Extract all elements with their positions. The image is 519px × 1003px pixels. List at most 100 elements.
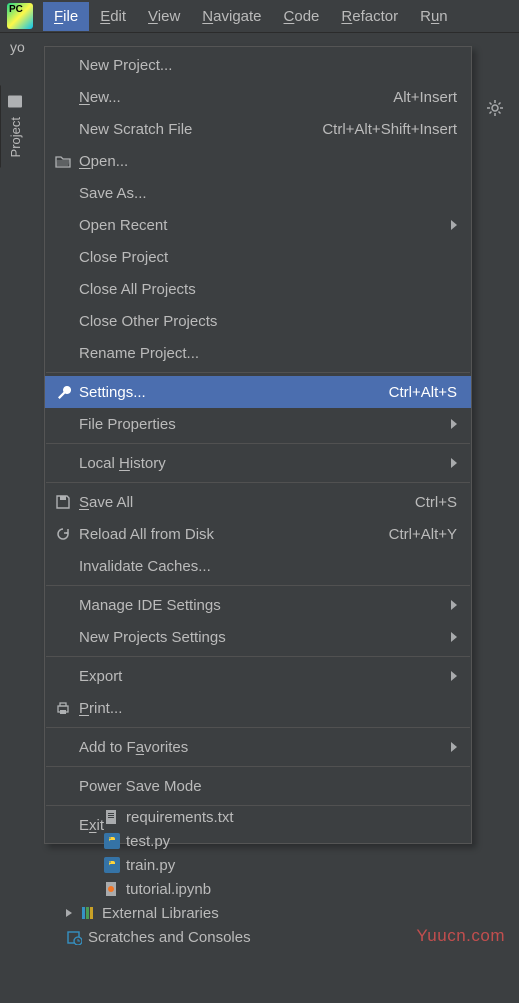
menu-item-label: Settings...: [79, 384, 389, 401]
menu-item-power-save-mode[interactable]: Power Save Mode: [45, 770, 471, 802]
menu-item-close-other-projects[interactable]: Close Other Projects: [45, 305, 471, 337]
menu-item-label: File Properties: [79, 416, 445, 433]
tree-item-test-py[interactable]: test.py: [44, 829, 474, 853]
tree-item-label: Scratches and Consoles: [88, 929, 251, 946]
py-icon: [104, 857, 120, 873]
menu-code[interactable]: Code: [273, 2, 331, 31]
gear-icon[interactable]: [485, 98, 505, 118]
ipynb-icon: [104, 881, 120, 897]
menu-separator: [46, 766, 470, 767]
menu-item-label: Open Recent: [79, 217, 445, 234]
menu-separator: [46, 727, 470, 728]
menu-item-shortcut: Ctrl+S: [415, 494, 457, 511]
tree-item-external-libraries[interactable]: External Libraries: [44, 901, 474, 925]
blank-icon: [53, 556, 73, 576]
tree-item-train-py[interactable]: train.py: [44, 853, 474, 877]
menu-item-print[interactable]: Print...: [45, 692, 471, 724]
menu-item-label: Close Project: [79, 249, 457, 266]
chevron-right-icon: [451, 632, 457, 642]
menu-item-label: Open...: [79, 153, 457, 170]
menu-item-shortcut: Ctrl+Alt+Y: [389, 526, 457, 543]
blank-icon: [53, 55, 73, 75]
menu-item-label: Reload All from Disk: [79, 526, 389, 543]
menu-item-invalidate-caches[interactable]: Invalidate Caches...: [45, 550, 471, 582]
menubar: FileEditViewNavigateCodeRefactorRun: [0, 0, 519, 33]
chevron-right-icon: [66, 909, 72, 917]
menu-item-close-project[interactable]: Close Project: [45, 241, 471, 273]
folder-icon: [9, 95, 23, 107]
menu-item-save-as[interactable]: Save As...: [45, 177, 471, 209]
menu-item-new[interactable]: New...Alt+Insert: [45, 81, 471, 113]
menu-item-new-project[interactable]: New Project...: [45, 49, 471, 81]
menu-separator: [46, 585, 470, 586]
menu-item-reload-all-from-disk[interactable]: Reload All from DiskCtrl+Alt+Y: [45, 518, 471, 550]
menu-item-label: Export: [79, 668, 445, 685]
project-tool-window-tab[interactable]: Project: [0, 85, 30, 167]
menu-item-label: Invalidate Caches...: [79, 558, 457, 575]
lib-icon: [80, 905, 96, 921]
menu-item-label: New Projects Settings: [79, 629, 445, 646]
tree-item-label: train.py: [126, 857, 175, 874]
tree-item-requirements-txt[interactable]: requirements.txt: [44, 805, 474, 829]
menu-view[interactable]: View: [137, 2, 191, 31]
tree-item-scratches-and-consoles[interactable]: Scratches and Consoles: [44, 925, 474, 949]
menu-item-close-all-projects[interactable]: Close All Projects: [45, 273, 471, 305]
menu-item-rename-project[interactable]: Rename Project...: [45, 337, 471, 369]
blank-icon: [53, 215, 73, 235]
menu-item-new-scratch-file[interactable]: New Scratch FileCtrl+Alt+Shift+Insert: [45, 113, 471, 145]
menu-refactor[interactable]: Refactor: [330, 2, 409, 31]
menu-item-label: New...: [79, 89, 393, 106]
file-menu-dropdown: New Project...New...Alt+InsertNew Scratc…: [44, 46, 472, 844]
menu-item-local-history[interactable]: Local History: [45, 447, 471, 479]
menu-item-label: Save All: [79, 494, 415, 511]
txt-icon: [104, 809, 120, 825]
menu-run[interactable]: Run: [409, 2, 459, 31]
menu-item-file-properties[interactable]: File Properties: [45, 408, 471, 440]
menu-item-label: Local History: [79, 455, 445, 472]
menu-item-shortcut: Ctrl+Alt+Shift+Insert: [322, 121, 457, 138]
menu-item-settings[interactable]: Settings...Ctrl+Alt+S: [45, 376, 471, 408]
project-tab-label: Project: [8, 117, 23, 157]
menu-item-add-to-favorites[interactable]: Add to Favorites: [45, 731, 471, 763]
menu-navigate[interactable]: Navigate: [191, 2, 272, 31]
menu-edit[interactable]: Edit: [89, 2, 137, 31]
menu-item-save-all[interactable]: Save AllCtrl+S: [45, 486, 471, 518]
folder-open-icon: [53, 151, 73, 171]
chevron-right-icon: [451, 742, 457, 752]
menu-item-new-projects-settings[interactable]: New Projects Settings: [45, 621, 471, 653]
chevron-right-icon: [451, 671, 457, 681]
blank-icon: [53, 87, 73, 107]
blank-icon: [53, 595, 73, 615]
wrench-icon: [53, 382, 73, 402]
app-logo-icon: [7, 3, 33, 29]
menu-separator: [46, 443, 470, 444]
menu-item-open[interactable]: Open...: [45, 145, 471, 177]
menu-item-export[interactable]: Export: [45, 660, 471, 692]
tree-item-label: External Libraries: [102, 905, 219, 922]
menu-separator: [46, 482, 470, 483]
menu-item-label: New Project...: [79, 57, 457, 74]
chevron-right-icon: [451, 220, 457, 230]
blank-icon: [53, 247, 73, 267]
blank-icon: [53, 343, 73, 363]
menu-item-open-recent[interactable]: Open Recent: [45, 209, 471, 241]
save-icon: [53, 492, 73, 512]
project-tree: requirements.txt test.py train.py tutorial.…: [44, 805, 474, 949]
menu-item-label: Rename Project...: [79, 345, 457, 362]
tab-fragment-text[interactable]: yo: [10, 39, 25, 55]
menu-item-label: Manage IDE Settings: [79, 597, 445, 614]
watermark-text: Yuucn.com: [416, 926, 505, 946]
tree-item-label: test.py: [126, 833, 170, 850]
menu-item-label: New Scratch File: [79, 121, 322, 138]
chevron-right-icon: [451, 419, 457, 429]
menu-file[interactable]: File: [43, 2, 89, 31]
py-icon: [104, 833, 120, 849]
menu-item-manage-ide-settings[interactable]: Manage IDE Settings: [45, 589, 471, 621]
scratch-icon: [66, 929, 82, 945]
blank-icon: [53, 666, 73, 686]
blank-icon: [53, 183, 73, 203]
blank-icon: [53, 627, 73, 647]
tree-item-tutorial-ipynb[interactable]: tutorial.ipynb: [44, 877, 474, 901]
tree-item-label: tutorial.ipynb: [126, 881, 211, 898]
menu-separator: [46, 372, 470, 373]
